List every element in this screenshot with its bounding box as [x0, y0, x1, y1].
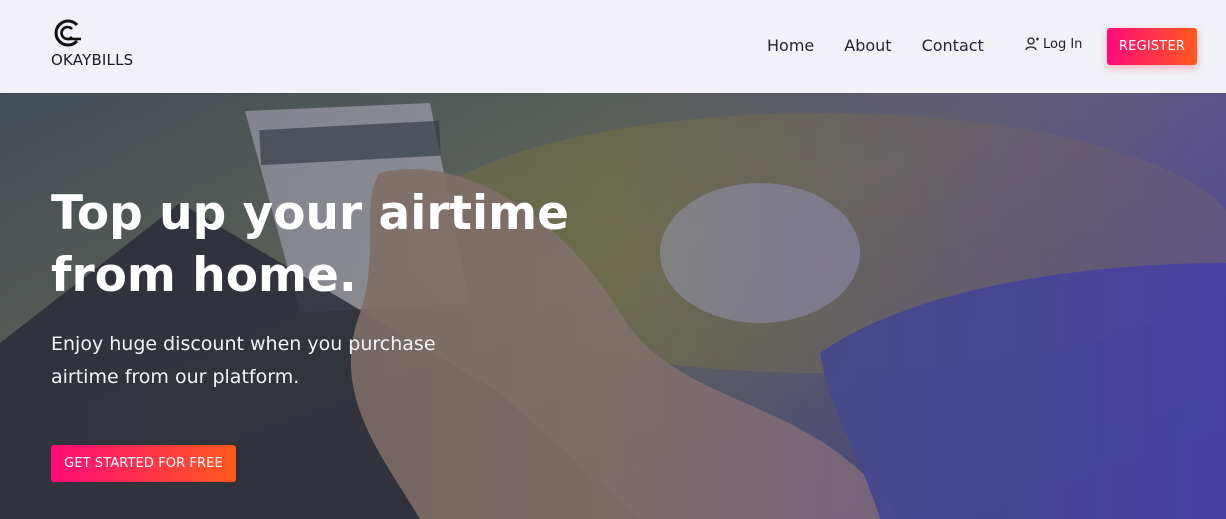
hero-title: Top up your airtime from home.: [51, 186, 569, 303]
get-started-button[interactable]: GET STARTED FOR FREE: [51, 445, 236, 482]
brand-logo-icon: [54, 19, 81, 47]
navbar: OKAYBILLS Home About Contact Log In REGI…: [0, 0, 1226, 93]
hero-section: Top up your airtime from home. Enjoy hug…: [0, 93, 1226, 519]
login-label: Log In: [1043, 36, 1083, 52]
nav-link-about[interactable]: About: [844, 36, 891, 55]
hero-subtitle: Enjoy huge discount when you purchase ai…: [51, 333, 436, 388]
login-link[interactable]: Log In: [1024, 36, 1082, 52]
nav-link-contact[interactable]: Contact: [922, 36, 984, 55]
nav-link-home[interactable]: Home: [767, 36, 814, 55]
nav-links: Home About Contact: [767, 36, 1014, 55]
register-button[interactable]: REGISTER: [1107, 28, 1197, 65]
user-icon: [1025, 37, 1039, 51]
brand-name: OKAYBILLS: [51, 51, 134, 69]
brand-logo-link[interactable]: OKAYBILLS: [51, 17, 133, 69]
